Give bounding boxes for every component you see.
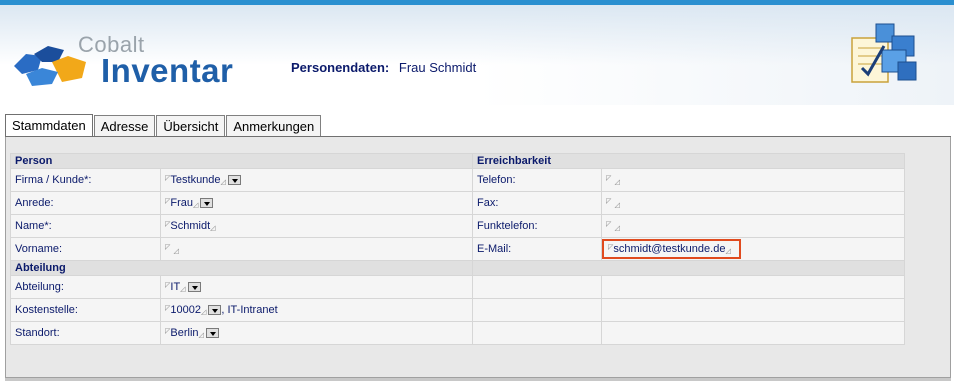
vorname-label: Vorname: <box>10 237 161 261</box>
empty-cell <box>601 321 905 345</box>
page-title: Personendaten: Frau Schmidt <box>291 60 476 75</box>
logo-text-big: Inventar <box>101 52 234 89</box>
app-logo: Cobalt Inventar <box>6 14 246 89</box>
section-row: Abteilung <box>10 260 905 276</box>
funktelefon-label: Funktelefon: <box>472 214 602 238</box>
tab-bar: Stammdaten Adresse Übersicht Anmerkungen <box>5 114 322 137</box>
empty-cell <box>472 275 602 299</box>
anrede-value[interactable]: Frau <box>170 197 193 209</box>
name-value[interactable]: Schmidt <box>170 220 210 232</box>
empty-cell <box>601 298 905 322</box>
panel-shadow <box>5 378 951 381</box>
standort-dropdown-icon[interactable] <box>205 328 219 339</box>
standort-label: Standort: <box>10 321 161 345</box>
vorname-field[interactable]: ◸ ◿ <box>160 237 473 261</box>
tab-adresse[interactable]: Adresse <box>93 115 156 137</box>
email-value[interactable]: schmidt@testkunde.de <box>613 243 725 255</box>
table-row: Vorname: ◸ ◿ E-Mail: ◸schmidt@testkunde.… <box>10 237 905 261</box>
firma-dropdown-icon[interactable] <box>227 175 241 186</box>
table-row: Kostenstelle: ◸10002◿, IT-Intranet <box>10 298 905 322</box>
tab-anmerkungen[interactable]: Anmerkungen <box>226 115 322 137</box>
table-row: Name*: ◸Schmidt◿ Funktelefon: ◸ ◿ <box>10 214 905 238</box>
section-erreichbarkeit-heading: Erreichbarkeit <box>472 153 905 169</box>
kostenstelle-field[interactable]: ◸10002◿, IT-Intranet <box>160 298 473 322</box>
anrede-dropdown-icon[interactable] <box>200 198 214 209</box>
tab-uebersicht[interactable]: Übersicht <box>156 115 226 137</box>
person-form-table: Person Erreichbarkeit Firma / Kunde*: ◸T… <box>10 153 905 345</box>
firma-field[interactable]: ◸Testkunde◿ <box>160 168 473 192</box>
email-highlight-box[interactable]: ◸schmidt@testkunde.de◿ <box>602 239 741 259</box>
section-abteilung-heading: Abteilung <box>10 260 473 276</box>
inventory-boxes-icon <box>851 23 917 83</box>
kostenstelle-value[interactable]: 10002 <box>170 304 201 316</box>
kostenstelle-name: , IT-Intranet <box>221 304 278 316</box>
form-panel: Person Erreichbarkeit Firma / Kunde*: ◸T… <box>5 137 951 378</box>
anrede-label: Anrede: <box>10 191 161 215</box>
fax-label: Fax: <box>472 191 602 215</box>
section-empty <box>472 260 905 276</box>
section-person-heading: Person <box>10 153 473 169</box>
telefon-label: Telefon: <box>472 168 602 192</box>
name-label: Name*: <box>10 214 161 238</box>
section-row: Person Erreichbarkeit <box>10 153 905 169</box>
firma-label: Firma / Kunde*: <box>10 168 161 192</box>
standort-field[interactable]: ◸Berlin◿ <box>160 321 473 345</box>
kostenstelle-dropdown-icon[interactable] <box>208 305 222 316</box>
table-row: Abteilung: ◸IT◿ <box>10 275 905 299</box>
abteilung-field[interactable]: ◸IT◿ <box>160 275 473 299</box>
email-label: E-Mail: <box>472 237 602 261</box>
abteilung-dropdown-icon[interactable] <box>187 282 201 293</box>
kostenstelle-label: Kostenstelle: <box>10 298 161 322</box>
tab-stammdaten[interactable]: Stammdaten <box>5 114 93 137</box>
email-field[interactable]: ◸schmidt@testkunde.de◿ <box>601 237 905 261</box>
fax-field[interactable]: ◸ ◿ <box>601 191 905 215</box>
firma-value[interactable]: Testkunde <box>170 174 220 186</box>
empty-cell <box>601 275 905 299</box>
funktelefon-field[interactable]: ◸ ◿ <box>601 214 905 238</box>
table-row: Anrede: ◸Frau◿ Fax: ◸ ◿ <box>10 191 905 215</box>
standort-value[interactable]: Berlin <box>170 327 198 339</box>
abteilung-value[interactable]: IT <box>170 281 180 293</box>
table-row: Standort: ◸Berlin◿ <box>10 321 905 345</box>
name-field[interactable]: ◸Schmidt◿ <box>160 214 473 238</box>
abteilung-label: Abteilung: <box>10 275 161 299</box>
page-title-value: Frau Schmidt <box>398 60 477 75</box>
anrede-field[interactable]: ◸Frau◿ <box>160 191 473 215</box>
empty-cell <box>472 321 602 345</box>
empty-cell <box>472 298 602 322</box>
telefon-field[interactable]: ◸ ◿ <box>601 168 905 192</box>
page-title-label: Personendaten: <box>291 60 390 75</box>
table-row: Firma / Kunde*: ◸Testkunde◿ Telefon: ◸ ◿ <box>10 168 905 192</box>
